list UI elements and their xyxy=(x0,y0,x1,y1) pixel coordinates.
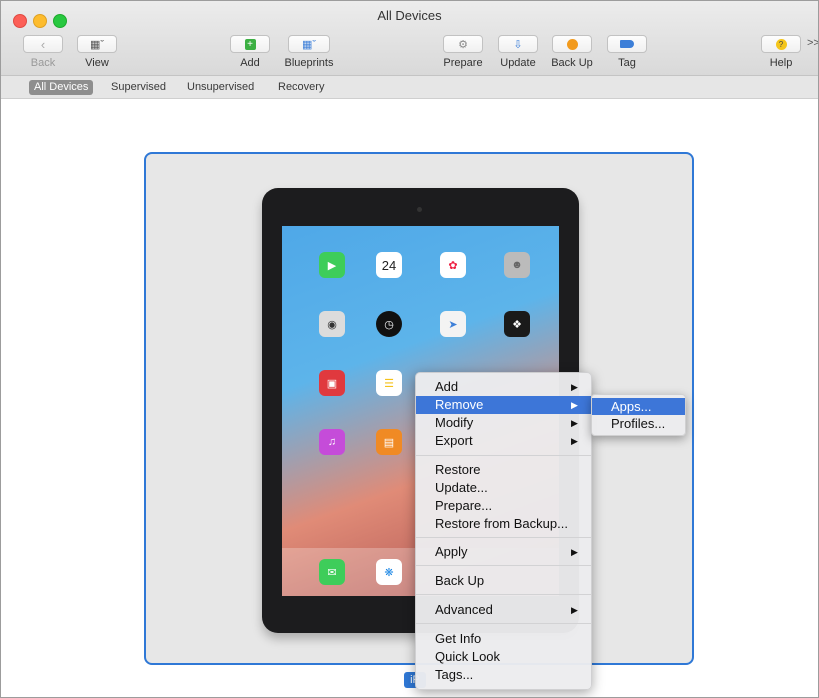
facetime-icon: ▶ xyxy=(319,252,345,278)
remove-submenu: Apps... Profiles... xyxy=(591,394,686,436)
menu-item-quick-look[interactable]: Quick Look xyxy=(416,648,591,666)
menu-item-remove[interactable]: Remove ▶ xyxy=(416,396,591,414)
photo-booth-icon: ▣ xyxy=(319,370,345,396)
menu-separator xyxy=(416,565,591,566)
tag-icon xyxy=(620,40,634,48)
tag-button[interactable] xyxy=(607,35,647,53)
backup-button[interactable] xyxy=(552,35,592,53)
blueprint-icon: ▦ˇ xyxy=(301,38,317,51)
tag-label: Tag xyxy=(618,57,636,69)
tab-all-devices[interactable]: All Devices xyxy=(29,80,94,95)
plus-icon: + xyxy=(244,38,256,50)
toolbar: All Devices ‹ Back ▦ˇ View + Add ▦ˇ Blue… xyxy=(1,1,818,76)
menu-separator xyxy=(416,455,591,456)
help-label: Help xyxy=(769,57,793,69)
backup-label: Back Up xyxy=(551,57,593,69)
blueprints-button[interactable]: ▦ˇ xyxy=(288,35,330,53)
help-icon: ? xyxy=(775,38,787,50)
submenu-arrow-icon: ▶ xyxy=(571,382,578,392)
blueprints-label: Blueprints xyxy=(284,57,334,69)
tab-supervised[interactable]: Supervised xyxy=(106,80,171,95)
app-window: All Devices ‹ Back ▦ˇ View + Add ▦ˇ Blue… xyxy=(0,0,819,698)
submenu-arrow-icon: ▶ xyxy=(571,436,578,446)
menu-item-update[interactable]: Update... xyxy=(416,479,591,497)
camera-app-icon: ◉ xyxy=(319,311,345,337)
update-button[interactable]: ⇩ xyxy=(498,35,538,53)
context-menu: Add ▶ Remove ▶ Modify ▶ Export ▶ Restore Upd… xyxy=(415,372,592,690)
menu-item-get-info[interactable]: Get Info xyxy=(416,630,591,648)
submenu-item-apps[interactable]: Apps... xyxy=(592,398,685,415)
add-button[interactable]: + xyxy=(230,35,270,53)
notes-icon: ☰ xyxy=(376,370,402,396)
tab-unsupervised[interactable]: Unsupervised xyxy=(182,80,259,95)
videos-icon: ❖ xyxy=(504,311,530,337)
maps-icon: ➤ xyxy=(440,311,466,337)
gear-icon: ⚙ xyxy=(458,38,468,51)
menu-item-modify[interactable]: Modify ▶ xyxy=(416,414,591,432)
back-button[interactable]: ‹ xyxy=(23,35,63,53)
toolbar-overflow-button[interactable]: >> xyxy=(807,37,818,49)
submenu-item-profiles[interactable]: Profiles... xyxy=(592,415,685,432)
view-label: View xyxy=(85,57,109,69)
menu-item-tags[interactable]: Tags... xyxy=(416,666,591,684)
menu-item-apply[interactable]: Apply ▶ xyxy=(416,543,591,561)
menu-item-advanced[interactable]: Advanced ▶ xyxy=(416,601,591,619)
ibooks-icon: ▤ xyxy=(376,429,402,455)
itunes-icon: ♫ xyxy=(319,429,345,455)
contacts-icon: ☻ xyxy=(504,252,530,278)
back-label: Back xyxy=(30,57,56,69)
camera-dot xyxy=(417,207,422,212)
view-button[interactable]: ▦ˇ xyxy=(77,35,117,53)
photos-icon: ✿ xyxy=(440,252,466,278)
menu-item-restore-from-backup[interactable]: Restore from Backup... xyxy=(416,515,591,533)
submenu-arrow-icon: ▶ xyxy=(571,547,578,557)
prepare-button[interactable]: ⚙ xyxy=(443,35,483,53)
menu-item-back-up[interactable]: Back Up xyxy=(416,572,591,590)
menu-item-restore[interactable]: Restore xyxy=(416,461,591,479)
add-label: Add xyxy=(240,57,260,69)
filter-tabs: All Devices Supervised Unsupervised Reco… xyxy=(1,76,818,99)
menu-item-prepare[interactable]: Prepare... xyxy=(416,497,591,515)
grid-view-icon: ▦ˇ xyxy=(89,38,105,51)
update-label: Update xyxy=(500,57,536,69)
chevron-left-icon: ‹ xyxy=(40,36,46,52)
menu-separator xyxy=(416,623,591,624)
messages-icon: ✉ xyxy=(319,559,345,585)
menu-separator xyxy=(416,537,591,538)
submenu-arrow-icon: ▶ xyxy=(571,400,578,410)
safari-icon: ❋ xyxy=(376,559,402,585)
help-button[interactable]: ? xyxy=(761,35,801,53)
submenu-arrow-icon: ▶ xyxy=(571,418,578,428)
window-title: All Devices xyxy=(377,8,442,23)
submenu-arrow-icon: ▶ xyxy=(571,605,578,615)
tab-recovery[interactable]: Recovery xyxy=(273,80,329,95)
menu-item-export[interactable]: Export ▶ xyxy=(416,432,591,450)
backup-icon xyxy=(566,38,578,50)
menu-separator xyxy=(416,594,591,595)
clock-icon: ◷ xyxy=(376,311,402,337)
calendar-icon: 24 xyxy=(376,252,402,278)
prepare-label: Prepare xyxy=(443,57,483,69)
menu-item-add[interactable]: Add ▶ xyxy=(416,378,591,396)
update-icon: ⇩ xyxy=(513,38,523,51)
